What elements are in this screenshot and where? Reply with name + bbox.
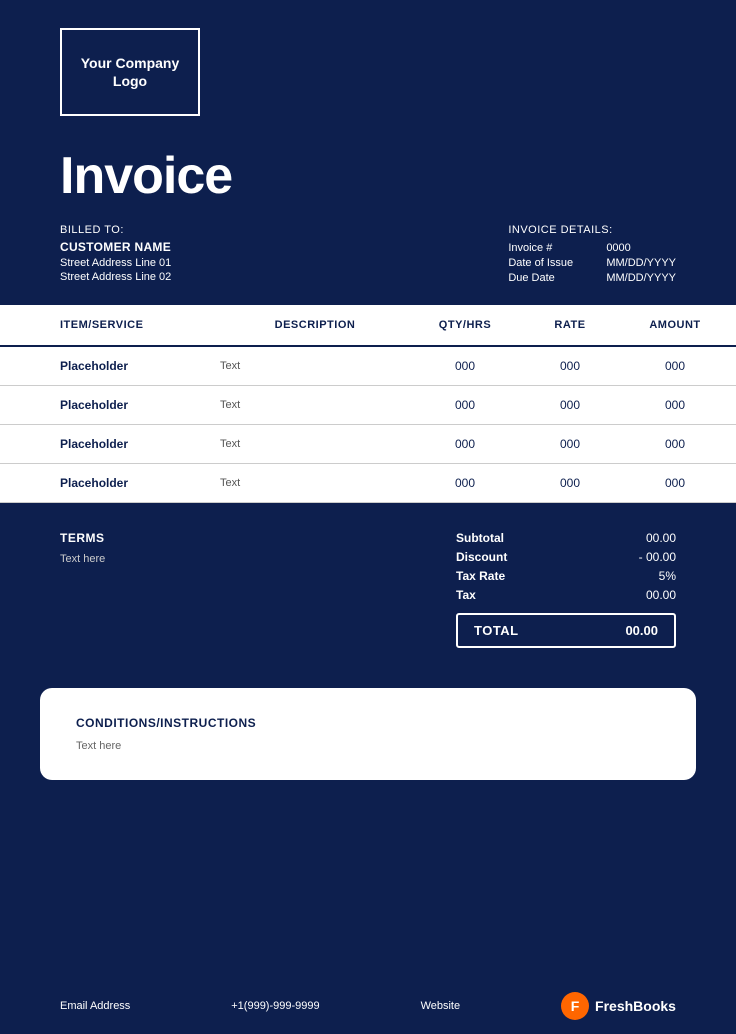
terms-section: TERMS Text here bbox=[60, 531, 105, 565]
cell-amount-1: 000 bbox=[620, 398, 730, 412]
cell-amount-2: 000 bbox=[620, 437, 730, 451]
cell-desc-1: Text bbox=[220, 399, 410, 411]
table-rows: Placeholder Text 000 000 000 Placeholder… bbox=[0, 347, 736, 503]
footer-inner: TERMS Text here Subtotal 00.00 Discount … bbox=[60, 531, 676, 648]
footer-website: Website bbox=[421, 1000, 461, 1012]
due-date-value: MM/DD/YYYY bbox=[606, 272, 676, 284]
tax-label: Tax bbox=[456, 588, 476, 602]
logo-text: Your Company Logo bbox=[62, 54, 198, 90]
tax-rate-label: Tax Rate bbox=[456, 569, 505, 583]
cell-desc-2: Text bbox=[220, 438, 410, 450]
cell-rate-0: 000 bbox=[520, 359, 620, 373]
company-logo: Your Company Logo bbox=[60, 28, 200, 116]
customer-name: CUSTOMER NAME bbox=[60, 240, 171, 254]
due-date-key: Due Date bbox=[508, 272, 588, 284]
cell-rate-1: 000 bbox=[520, 398, 620, 412]
header: Your Company Logo bbox=[0, 0, 736, 136]
date-issue-key: Date of Issue bbox=[508, 257, 588, 269]
cell-item-3: Placeholder bbox=[60, 476, 220, 490]
cell-desc-3: Text bbox=[220, 477, 410, 489]
table-row: Placeholder Text 000 000 000 bbox=[0, 386, 736, 425]
footer-phone: +1(999)-999-9999 bbox=[231, 1000, 319, 1012]
cell-qty-1: 000 bbox=[410, 398, 520, 412]
table-header: ITEM/SERVICE DESCRIPTION QTY/HRS RATE AM… bbox=[0, 305, 736, 347]
discount-row: Discount - 00.00 bbox=[456, 550, 676, 564]
invoice-number-row: Invoice # 0000 bbox=[508, 242, 676, 254]
freshbooks-text: FreshBooks bbox=[595, 998, 676, 1014]
invoice-title-section: Invoice BILLED TO: CUSTOMER NAME Street … bbox=[0, 136, 736, 305]
date-issue-row: Date of Issue MM/DD/YYYY bbox=[508, 257, 676, 269]
col-header-amount: AMOUNT bbox=[620, 319, 730, 331]
cell-item-2: Placeholder bbox=[60, 437, 220, 451]
col-header-rate: RATE bbox=[520, 319, 620, 331]
conditions-text: Text here bbox=[76, 740, 660, 752]
totals-section: Subtotal 00.00 Discount - 00.00 Tax Rate… bbox=[456, 531, 676, 648]
billed-to-label: BILLED TO: bbox=[60, 224, 171, 236]
invoice-number-key: Invoice # bbox=[508, 242, 588, 254]
terms-text: Text here bbox=[60, 553, 105, 565]
terms-label: TERMS bbox=[60, 531, 105, 545]
billed-to-section: BILLED TO: CUSTOMER NAME Street Address … bbox=[60, 224, 171, 285]
cell-item-1: Placeholder bbox=[60, 398, 220, 412]
tax-row: Tax 00.00 bbox=[456, 588, 676, 602]
date-issue-value: MM/DD/YYYY bbox=[606, 257, 676, 269]
conditions-section: CONDITIONS/INSTRUCTIONS Text here bbox=[40, 688, 696, 780]
cell-amount-0: 000 bbox=[620, 359, 730, 373]
tax-value: 00.00 bbox=[616, 588, 676, 602]
tax-rate-row: Tax Rate 5% bbox=[456, 569, 676, 583]
invoice-details-section: INVOICE DETAILS: Invoice # 0000 Date of … bbox=[508, 224, 676, 287]
cell-qty-0: 000 bbox=[410, 359, 520, 373]
due-date-row: Due Date MM/DD/YYYY bbox=[508, 272, 676, 284]
col-header-item: ITEM/SERVICE bbox=[60, 319, 220, 331]
freshbooks-icon: F bbox=[561, 992, 589, 1020]
subtotal-value: 00.00 bbox=[616, 531, 676, 545]
address-line-2: Street Address Line 02 bbox=[60, 271, 171, 283]
invoice-table: ITEM/SERVICE DESCRIPTION QTY/HRS RATE AM… bbox=[0, 305, 736, 503]
conditions-label: CONDITIONS/INSTRUCTIONS bbox=[76, 716, 660, 730]
footer-email: Email Address bbox=[60, 1000, 130, 1012]
cell-rate-3: 000 bbox=[520, 476, 620, 490]
total-label: TOTAL bbox=[474, 623, 519, 638]
address-line-1: Street Address Line 01 bbox=[60, 257, 171, 269]
cell-qty-3: 000 bbox=[410, 476, 520, 490]
subtotal-label: Subtotal bbox=[456, 531, 504, 545]
cell-item-0: Placeholder bbox=[60, 359, 220, 373]
cell-amount-3: 000 bbox=[620, 476, 730, 490]
table-row: Placeholder Text 000 000 000 bbox=[0, 464, 736, 503]
col-header-qty: QTY/HRS bbox=[410, 319, 520, 331]
discount-label: Discount bbox=[456, 550, 507, 564]
total-value: 00.00 bbox=[625, 623, 658, 638]
subtotal-row: Subtotal 00.00 bbox=[456, 531, 676, 545]
table-row: Placeholder Text 000 000 000 bbox=[0, 425, 736, 464]
total-box: TOTAL 00.00 bbox=[456, 613, 676, 648]
tax-rate-value: 5% bbox=[616, 569, 676, 583]
table-row: Placeholder Text 000 000 000 bbox=[0, 347, 736, 386]
invoice-title: Invoice bbox=[60, 146, 676, 206]
cell-rate-2: 000 bbox=[520, 437, 620, 451]
freshbooks-branding: F FreshBooks bbox=[561, 992, 676, 1020]
cell-qty-2: 000 bbox=[410, 437, 520, 451]
page-footer: Email Address +1(999)-999-9999 Website F… bbox=[0, 978, 736, 1034]
invoice-details-label: INVOICE DETAILS: bbox=[508, 224, 676, 236]
cell-desc-0: Text bbox=[220, 360, 410, 372]
invoice-number-value: 0000 bbox=[606, 242, 630, 254]
discount-value: - 00.00 bbox=[616, 550, 676, 564]
billing-row: BILLED TO: CUSTOMER NAME Street Address … bbox=[60, 224, 676, 287]
col-header-description: DESCRIPTION bbox=[220, 319, 410, 331]
invoice-page: Your Company Logo Invoice BILLED TO: CUS… bbox=[0, 0, 736, 1034]
footer-section: TERMS Text here Subtotal 00.00 Discount … bbox=[0, 503, 736, 668]
